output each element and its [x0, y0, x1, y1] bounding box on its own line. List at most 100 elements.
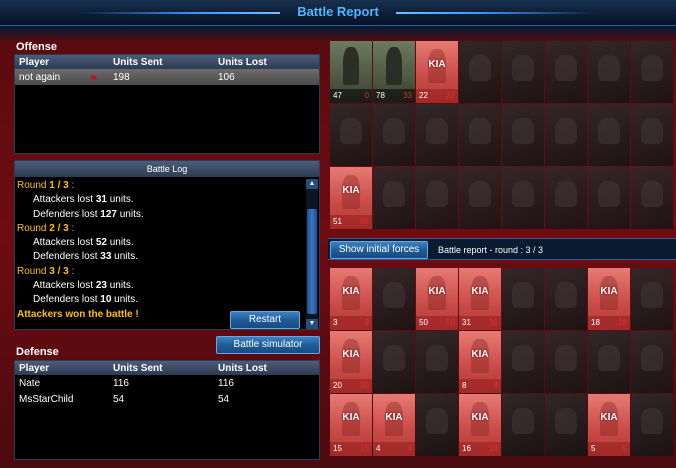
unit-count: 5 — [591, 444, 596, 453]
defense-unit-slot[interactable]: KIA 50 50 — [416, 268, 458, 330]
restart-button[interactable]: Restart — [230, 311, 300, 329]
defense-unit-slot — [416, 394, 458, 456]
round-label: Round 3 / 3 : — [17, 265, 75, 277]
offense-unit-slot — [459, 167, 501, 229]
offense-unit-slot — [373, 104, 415, 166]
scroll-thumb[interactable] — [307, 209, 317, 314]
defense-unit-slot — [416, 331, 458, 393]
offense-unit-slot — [631, 41, 673, 103]
unit-count: 3 — [333, 318, 338, 327]
offense-unit-slot — [459, 104, 501, 166]
kia-label: KIA — [342, 412, 360, 423]
defense-unit-slot — [502, 268, 544, 330]
flag-icon: ⚑ — [89, 73, 98, 85]
defense-unit-slot[interactable]: KIA 16 16 — [459, 394, 501, 456]
unit-count: 47 — [333, 91, 342, 100]
player-name: Nate — [19, 377, 41, 389]
offense-unit-slot[interactable]: KIA 22 22 — [416, 41, 458, 103]
show-initial-forces-button[interactable]: Show initial forces — [330, 241, 428, 259]
defense-unit-slot[interactable]: KIA 3 3 — [330, 268, 372, 330]
offense-unit-slot — [502, 104, 544, 166]
defense-unit-slot[interactable]: KIA 4 4 — [373, 394, 415, 456]
defense-unit-slot[interactable]: KIA 15 15 — [330, 394, 372, 456]
defense-unit-slot[interactable]: KIA 18 18 — [588, 268, 630, 330]
units-lost: 106 — [218, 71, 235, 83]
units-sent: 198 — [113, 71, 130, 83]
unit-lost: 33 — [403, 91, 412, 100]
round-label: Round 1 / 3 : — [17, 180, 75, 191]
units-sent: 54 — [113, 393, 125, 405]
unit-lost: 4 — [407, 444, 412, 453]
unit-count: 16 — [462, 444, 471, 453]
unit-count: 31 — [462, 318, 471, 327]
col-units-lost: Units Lost — [218, 362, 267, 374]
unit-count: 20 — [333, 381, 342, 390]
round-indicator: Battle report - round : 3 / 3 — [438, 245, 544, 255]
kia-label: KIA — [600, 412, 618, 423]
unit-lost: 16 — [489, 444, 498, 453]
defense-row[interactable]: Nate 116 116 — [15, 375, 319, 391]
player-name: MsStarChild — [19, 393, 74, 405]
defense-unit-slot — [373, 268, 415, 330]
kia-label: KIA — [342, 349, 360, 360]
unit-lost: 5 — [622, 444, 627, 453]
kia-label: KIA — [428, 59, 446, 70]
unit-lost: 3 — [364, 318, 369, 327]
offense-unit-grid: 47 0 78 33 KIA 22 22 KIA 51 51 — [330, 41, 673, 229]
offense-unit-slot — [502, 167, 544, 229]
defense-unit-slot — [502, 394, 544, 456]
offense-unit-slot — [631, 167, 673, 229]
title-bar: Battle Report — [0, 0, 676, 26]
defense-unit-slot — [545, 331, 587, 393]
kia-label: KIA — [342, 185, 360, 196]
defense-row[interactable]: MsStarChild 54 54 — [15, 391, 319, 407]
col-units-sent: Units Sent — [113, 56, 163, 68]
units-lost: 116 — [218, 377, 234, 389]
col-units-sent: Units Sent — [113, 362, 163, 374]
offense-unit-slot — [373, 167, 415, 229]
log-scrollbar[interactable]: ▲ ▼ — [306, 179, 318, 329]
offense-unit-slot — [502, 41, 544, 103]
round-label: Round 2 / 3 : — [17, 222, 75, 234]
unit-lost: 51 — [360, 217, 369, 226]
battle-log-header: Battle Log — [15, 161, 319, 177]
defenders-lost-line: Defenders lost 127 units. — [33, 208, 144, 220]
battle-log-panel: Battle Log Round 1 / 3 : Attackers lost … — [14, 160, 320, 330]
scroll-up-icon[interactable]: ▲ — [306, 179, 318, 189]
defense-unit-slot[interactable]: KIA 8 8 — [459, 331, 501, 393]
defense-unit-slot[interactable]: KIA 31 31 — [459, 268, 501, 330]
unit-count: 22 — [419, 91, 428, 100]
defense-unit-slot — [588, 331, 630, 393]
defense-unit-slot — [631, 268, 673, 330]
unit-lost: 20 — [360, 381, 369, 390]
defense-unit-slot[interactable]: KIA 20 20 — [330, 331, 372, 393]
defense-unit-slot — [545, 268, 587, 330]
defense-unit-slot — [373, 331, 415, 393]
offense-unit-slot — [631, 104, 673, 166]
unit-count: 4 — [376, 444, 381, 453]
offense-unit-slot — [416, 167, 458, 229]
offense-unit-slot — [545, 41, 587, 103]
offense-unit-slot[interactable]: 78 33 — [373, 41, 415, 103]
player-name: not again ⚑ — [19, 71, 98, 85]
attackers-lost-line: Attackers lost 52 units. — [33, 237, 134, 249]
offense-unit-slot — [416, 104, 458, 166]
unit-lost: 31 — [489, 318, 498, 327]
battle-log-text: Round 1 / 3 : Attackers lost 31 units. D… — [17, 179, 303, 329]
unit-lost: 22 — [446, 91, 455, 100]
unit-lost: 0 — [364, 91, 369, 100]
offense-unit-slot[interactable]: 47 0 — [330, 41, 372, 103]
battle-simulator-button[interactable]: Battle simulator — [216, 336, 320, 354]
offense-unit-slot — [588, 167, 630, 229]
unit-count: 18 — [591, 318, 600, 327]
col-player: Player — [19, 56, 50, 68]
col-player: Player — [19, 362, 50, 374]
offense-unit-slot — [588, 41, 630, 103]
offense-row[interactable]: not again ⚑ 198 106 — [15, 69, 319, 85]
offense-table: Player Units Sent Units Lost not again ⚑ … — [14, 54, 320, 154]
offense-unit-slot[interactable]: KIA 51 51 — [330, 167, 372, 229]
scroll-down-icon[interactable]: ▼ — [306, 319, 318, 329]
defense-unit-slot[interactable]: KIA 5 5 — [588, 394, 630, 456]
offense-unit-slot — [588, 104, 630, 166]
col-units-lost: Units Lost — [218, 56, 267, 68]
